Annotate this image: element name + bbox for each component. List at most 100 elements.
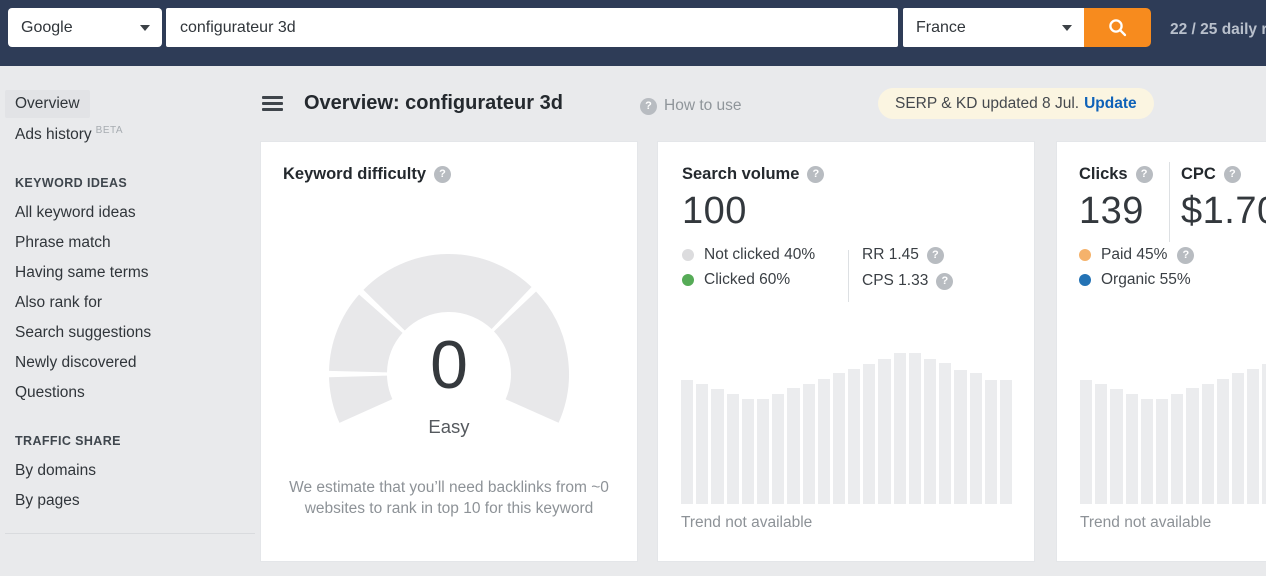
trend-bar [848,369,861,504]
sidebar-item-phrase-match[interactable]: Phrase match [5,229,121,257]
trend-bar [832,373,846,504]
trend-bar [772,394,785,504]
sidebar-section-traffic-share: TRAFFIC SHARE [15,434,121,449]
help-icon [640,97,657,115]
keyword-difficulty-value: 0 [430,327,468,403]
cpc-value: $1.70 [1181,190,1266,232]
legend-item: Clicked 60% [682,271,815,289]
keyword-search-input[interactable] [166,8,898,47]
trend-bar [802,384,815,504]
organic-dot-icon [1079,274,1091,286]
sidebar-item-overview[interactable]: Overview [5,90,90,118]
help-icon[interactable] [434,166,452,183]
page-title: Overview: configurateur 3d [304,92,563,114]
serp-update-badge: SERP & KD updated 8 Jul. Update [878,88,1154,119]
help-icon[interactable] [1135,166,1153,183]
clicks-cpc-divider [1169,162,1170,242]
chevron-down-icon [1062,24,1072,31]
help-icon[interactable] [807,166,825,183]
update-link[interactable]: Update [1084,95,1137,112]
trend-bar [1140,399,1153,504]
sidebar-divider [5,533,255,535]
keyword-difficulty-gauge: 0 Easy [324,254,574,454]
trend-bar [1247,369,1260,504]
search-volume-card: Search volume 100 Not clicked 40% Clicke… [657,141,1035,562]
trend-bar [1110,389,1123,504]
trend-bar [954,370,967,504]
search-engine-value: Google [21,18,73,36]
trend-bar [741,399,754,504]
legend-label: Paid 45% [1101,246,1168,263]
help-icon[interactable] [1223,166,1241,183]
trend-bar [1201,384,1214,504]
not-clicked-dot-icon [682,249,694,261]
search-volume-legend: Not clicked 40% Clicked 60% [682,246,815,289]
sidebar-item-label: Ads history [15,126,92,144]
search-volume-value: 100 [682,190,747,232]
trend-bar [681,380,694,504]
sidebar-item-by-domains[interactable]: By domains [5,457,106,485]
keyword-difficulty-description: We estimate that you’ll need backlinks f… [289,479,609,518]
trend-bar [1171,394,1184,504]
trend-bar [1216,379,1229,504]
hamburger-icon [262,96,283,99]
trend-note: Trend not available [1080,514,1212,531]
how-to-use-link[interactable]: How to use [640,97,742,115]
sidebar-item-newly-discovered[interactable]: Newly discovered [5,349,146,377]
trend-bar [939,363,952,504]
sidebar-item-questions[interactable]: Questions [5,379,95,407]
search-volume-metrics: RR 1.45 CPS 1.33 [862,246,954,290]
legend-item: Not clicked 40% [682,246,815,264]
search-icon [1109,19,1127,37]
top-search-bar: Google France 22 / 25 daily r [0,0,1266,66]
sidebar-item-all-keyword-ideas[interactable]: All keyword ideas [5,199,146,227]
sidebar: Overview Ads history BETA KEYWORD IDEAS A… [0,66,258,576]
trend-bar [863,364,876,504]
trend-bar [696,384,709,504]
search-volume-title: Search volume [682,165,800,183]
legend-label: Clicked 60% [704,271,791,288]
clicks-value: 139 [1079,190,1144,232]
legend-item: Organic 55% [1079,271,1194,289]
clicked-dot-icon [682,274,694,286]
trend-bar [999,380,1013,504]
search-volume-trend-chart [681,351,1014,504]
menu-toggle-button[interactable] [262,96,283,111]
paid-dot-icon [1079,249,1091,261]
sidebar-item-ads-history[interactable]: Ads history BETA [5,120,133,149]
trend-bar [1262,364,1266,504]
sidebar-item-search-suggestions[interactable]: Search suggestions [5,319,161,347]
trend-bar [756,399,770,504]
trend-bar [1231,373,1245,504]
sidebar-item-having-same-terms[interactable]: Having same terms [5,259,159,287]
hamburger-icon [262,108,283,111]
search-engine-select[interactable]: Google [8,8,162,47]
keyword-difficulty-card: Keyword difficulty 0 Easy We estimate th… [260,141,638,562]
keyword-difficulty-title: Keyword difficulty [283,165,427,183]
metric-label: RR 1.45 [862,246,919,263]
beta-badge: BETA [95,125,124,136]
help-icon[interactable] [926,246,944,264]
metric-label: CPS 1.33 [862,272,929,289]
sidebar-item-by-pages[interactable]: By pages [5,487,90,515]
trend-bar [726,394,739,504]
help-icon[interactable] [936,272,954,290]
trend-bar [1125,394,1138,504]
help-icon[interactable] [1177,246,1195,264]
trend-bar [1155,399,1169,504]
metric-rr: RR 1.45 [862,246,953,264]
chevron-down-icon [140,24,150,31]
search-button[interactable] [1084,8,1151,47]
keyword-difficulty-label: Easy [428,416,470,437]
how-to-use-label: How to use [664,97,742,114]
clicks-legend: Paid 45% Organic 55% [1079,246,1195,289]
country-value: France [916,18,966,36]
sidebar-section-keyword-ideas: KEYWORD IDEAS [15,176,128,191]
daily-quota-text: 22 / 25 daily r [1170,21,1266,38]
hamburger-icon [262,102,283,105]
trend-bar [817,379,830,504]
country-select[interactable]: France [903,8,1084,47]
trend-bar [924,359,937,504]
sidebar-item-also-rank-for[interactable]: Also rank for [5,289,112,317]
trend-bar [711,389,724,504]
